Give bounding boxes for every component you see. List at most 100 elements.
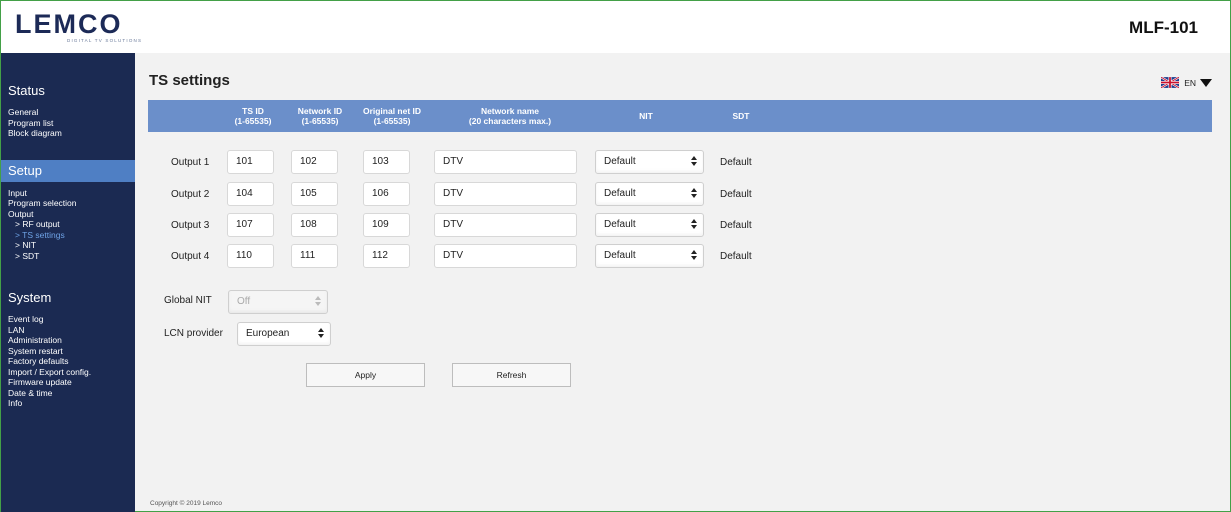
sidebar-item-nit[interactable]: > NIT	[1, 240, 135, 251]
row-label: Output 3	[171, 220, 210, 231]
logo-text: LEMCO	[15, 9, 123, 39]
nit-select[interactable]: Default	[595, 182, 704, 206]
header-original-net-id-range: (1-65535)	[373, 116, 411, 126]
sidebar-item-lan[interactable]: LAN	[1, 325, 135, 336]
header-ts-id-range: (1-65535)	[234, 116, 272, 126]
page-title: TS settings	[149, 72, 230, 89]
network-name-input[interactable]: DTV	[434, 150, 577, 174]
sdt-value: Default	[720, 157, 752, 168]
sidebar: Status General Program list Block diagra…	[1, 53, 135, 512]
sdt-value: Default	[720, 220, 752, 231]
original-net-id-input[interactable]: 103	[363, 150, 410, 174]
sidebar-item-rf-output[interactable]: > RF output	[1, 219, 135, 230]
sidebar-item-import-export[interactable]: Import / Export config.	[1, 367, 135, 378]
language-selector[interactable]: EN	[1161, 77, 1212, 88]
header-original-net-id-label: Original net ID	[362, 106, 422, 116]
header-sdt-label: SDT	[732, 111, 750, 121]
sidebar-item-system-restart[interactable]: System restart	[1, 346, 135, 357]
network-id-input[interactable]: 108	[291, 213, 338, 237]
up-down-arrows-icon	[318, 328, 324, 340]
uk-flag-icon	[1161, 77, 1180, 88]
sidebar-item-ts-settings[interactable]: > TS settings	[1, 230, 135, 241]
sidebar-section-status[interactable]: Status	[1, 80, 135, 102]
ts-id-input[interactable]: 107	[227, 213, 274, 237]
network-name-input[interactable]: DTV	[434, 244, 577, 268]
up-down-arrows-icon	[691, 250, 697, 262]
nit-select[interactable]: Default	[595, 244, 704, 268]
sidebar-item-administration[interactable]: Administration	[1, 335, 135, 346]
nit-select-value: Default	[604, 250, 636, 261]
row-label: Output 2	[171, 189, 210, 200]
header-ts-id-label: TS ID	[242, 106, 264, 116]
network-id-input[interactable]: 111	[291, 244, 338, 268]
original-net-id-input[interactable]: 112	[363, 244, 410, 268]
lcn-provider-label: LCN provider	[164, 328, 223, 339]
header-network-id-label: Network ID	[297, 106, 343, 116]
ts-id-input[interactable]: 110	[227, 244, 274, 268]
row-label: Output 1	[171, 157, 210, 168]
header-original-net-id: Original net ID (1-65535)	[350, 100, 434, 132]
sidebar-item-output[interactable]: Output	[1, 209, 135, 220]
ts-id-input[interactable]: 101	[227, 150, 274, 174]
sidebar-section-system[interactable]: System	[1, 287, 135, 309]
sdt-value: Default	[720, 251, 752, 262]
global-nit-label: Global NIT	[164, 295, 212, 306]
table-row: Output 4 110 111 112 DTV Default Default	[135, 244, 1230, 270]
header-network-id-range: (1-65535)	[301, 116, 339, 126]
language-label: EN	[1184, 77, 1196, 88]
refresh-button[interactable]: Refresh	[452, 363, 571, 387]
sidebar-item-factory-defaults[interactable]: Factory defaults	[1, 356, 135, 367]
global-nit-select[interactable]: Off	[228, 290, 328, 314]
sidebar-item-input[interactable]: Input	[1, 188, 135, 199]
nit-select[interactable]: Default	[595, 213, 704, 237]
network-name-input[interactable]: DTV	[434, 182, 577, 206]
global-nit-value: Off	[237, 296, 251, 307]
header-ts-id: TS ID (1-65535)	[218, 100, 288, 132]
caret-down-icon	[1200, 78, 1212, 87]
sidebar-item-firmware-update[interactable]: Firmware update	[1, 377, 135, 388]
sidebar-item-date-time[interactable]: Date & time	[1, 388, 135, 399]
header-network-name: Network name (20 characters max.)	[444, 100, 576, 132]
header-sdt: SDT	[721, 100, 761, 132]
original-net-id-input[interactable]: 106	[363, 182, 410, 206]
ts-id-input[interactable]: 104	[227, 182, 274, 206]
nit-select[interactable]: Default	[595, 150, 704, 174]
sidebar-item-sdt[interactable]: > SDT	[1, 251, 135, 262]
header-network-id: Network ID (1-65535)	[285, 100, 355, 132]
row-label: Output 4	[171, 251, 210, 262]
sidebar-item-program-selection[interactable]: Program selection	[1, 198, 135, 209]
sidebar-item-general[interactable]: General	[1, 107, 135, 118]
network-id-input[interactable]: 102	[291, 150, 338, 174]
original-net-id-input[interactable]: 109	[363, 213, 410, 237]
sidebar-item-block-diagram[interactable]: Block diagram	[1, 128, 135, 139]
lemco-logo: LEMCO DIGITAL TV SOLUTIONS	[15, 9, 143, 44]
table-row: Output 2 104 105 106 DTV Default Default	[135, 182, 1230, 208]
sidebar-item-event-log[interactable]: Event log	[1, 314, 135, 325]
sidebar-item-info[interactable]: Info	[1, 398, 135, 409]
up-down-arrows-icon	[315, 296, 321, 308]
sdt-value: Default	[720, 189, 752, 200]
up-down-arrows-icon	[691, 219, 697, 231]
apply-button[interactable]: Apply	[306, 363, 425, 387]
lcn-provider-value: European	[246, 328, 290, 339]
header-nit: NIT	[626, 100, 666, 132]
nit-select-value: Default	[604, 156, 636, 167]
nit-select-value: Default	[604, 188, 636, 199]
sidebar-item-program-list[interactable]: Program list	[1, 118, 135, 129]
up-down-arrows-icon	[691, 156, 697, 168]
sidebar-section-setup[interactable]: Setup	[1, 159, 135, 182]
header-nit-label: NIT	[639, 111, 653, 121]
header-network-name-hint: (20 characters max.)	[468, 116, 552, 126]
copyright: Copyright © 2019 Lemco	[150, 500, 222, 507]
logo-tagline: DIGITAL TV SOLUTIONS	[67, 38, 143, 43]
table-header: TS ID (1-65535) Network ID (1-65535) Ori…	[148, 100, 1212, 132]
network-id-input[interactable]: 105	[291, 182, 338, 206]
lcn-provider-select[interactable]: European	[237, 322, 331, 346]
main-content: TS settings EN TS ID (1-65535) Network I…	[135, 53, 1230, 512]
nit-select-value: Default	[604, 219, 636, 230]
table-row: Output 1 101 102 103 DTV Default Default	[135, 150, 1230, 176]
header-network-name-label: Network name	[480, 106, 540, 116]
network-name-input[interactable]: DTV	[434, 213, 577, 237]
model-name: MLF-101	[1129, 18, 1198, 37]
up-down-arrows-icon	[691, 188, 697, 200]
